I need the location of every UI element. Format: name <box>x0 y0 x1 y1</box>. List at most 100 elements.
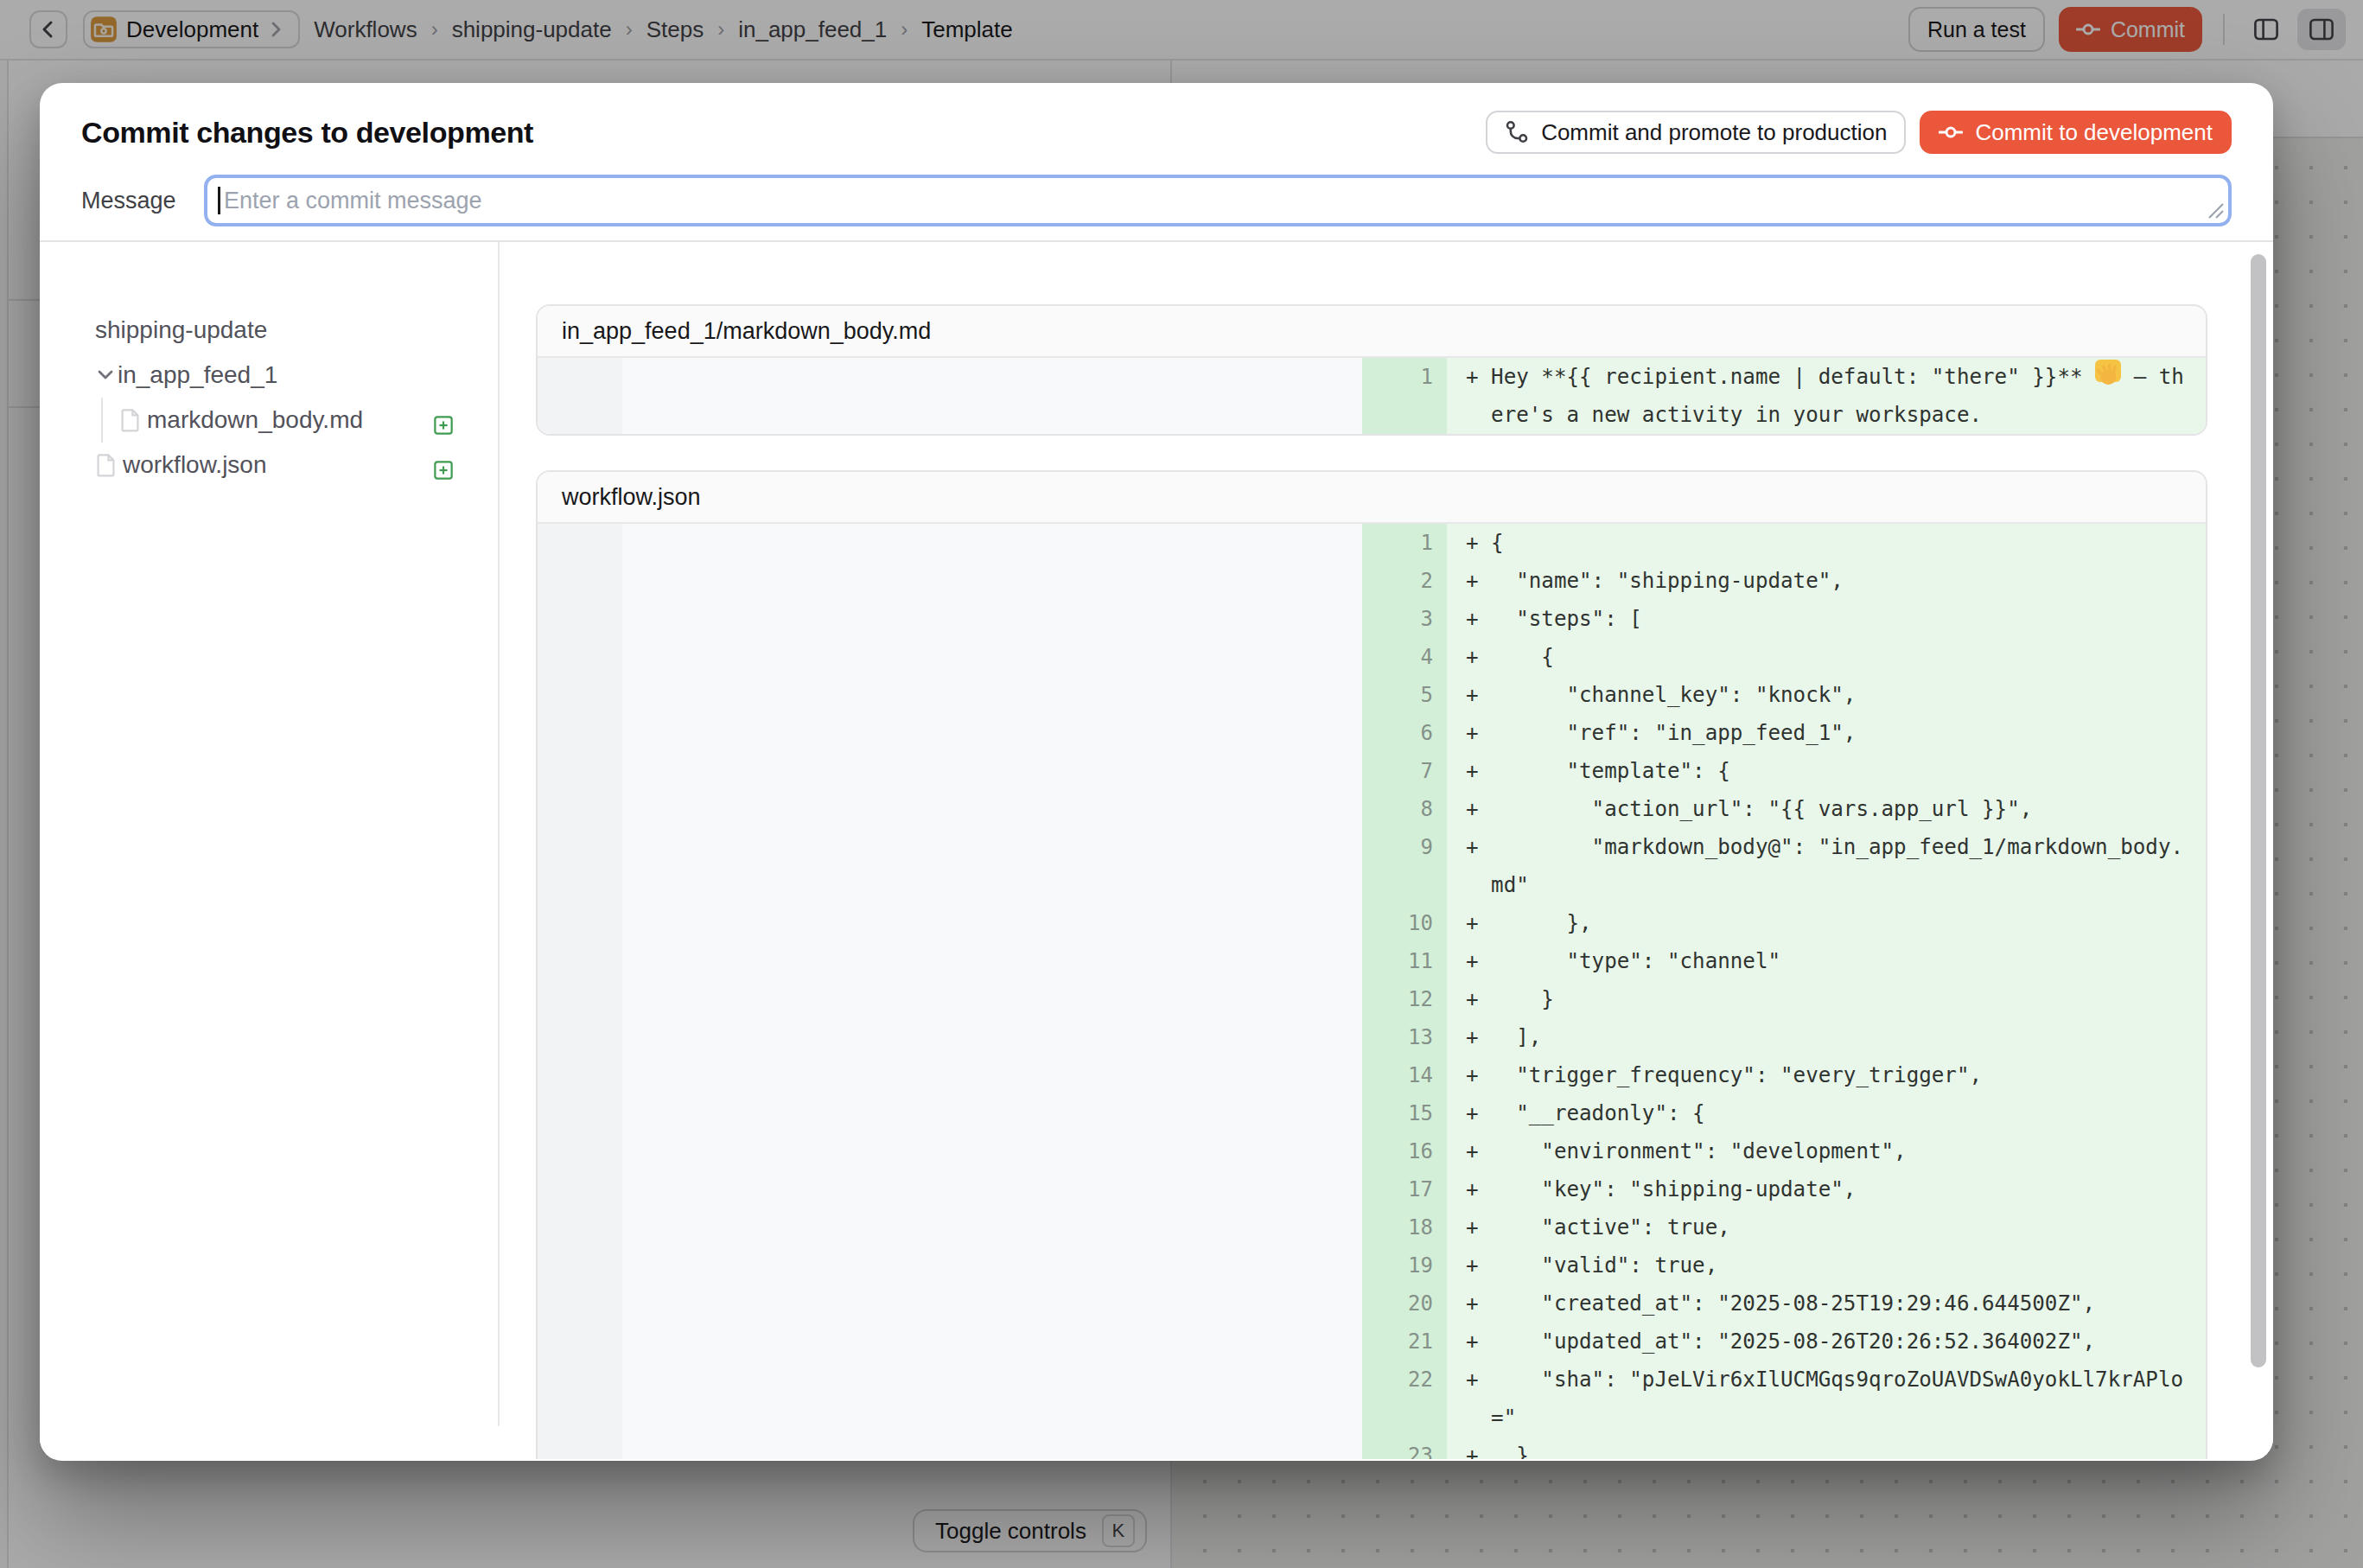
diff-panel-in-app-feed-1-markdown-body-md: in_app_feed_1/markdown_body.md1+ Hey **{… <box>536 304 2207 436</box>
commit-to-development-button[interactable]: Commit to development <box>1920 111 2232 154</box>
diff-line-number: 9 <box>1362 828 1447 904</box>
diff-line-code: + "action_url": "{{ vars.app_url }}", <box>1447 790 2206 828</box>
diff-old-content <box>622 358 1362 434</box>
tree-root-label: shipping-update <box>95 316 267 344</box>
commit-icon <box>1939 120 1963 144</box>
diff-line-code: + "trigger_frequency": "every_trigger", <box>1447 1056 2206 1094</box>
diff-line-code: + "markdown_body@": "in_app_feed_1/markd… <box>1447 828 2206 904</box>
diff-line: 23+ } <box>1362 1437 2206 1459</box>
diff-line-code: + Hey **{{ recipient.name | default: "th… <box>1447 358 2206 434</box>
diff-line: 1+ { <box>1362 524 2206 562</box>
diff-old-side <box>538 524 1362 1459</box>
added-file-icon <box>434 461 453 480</box>
resize-grip-icon[interactable] <box>2207 202 2225 220</box>
diff-file-name: in_app_feed_1/markdown_body.md <box>538 306 2206 358</box>
diff-line: 10+ }, <box>1362 904 2206 942</box>
diff-line-code: + } <box>1447 1437 2206 1459</box>
diff-line: 20+ "created_at": "2025-08-25T19:29:46.6… <box>1362 1284 2206 1323</box>
diff-line-code: + "key": "shipping-update", <box>1447 1170 2206 1208</box>
diff-line: 15+ "__readonly": { <box>1362 1094 2206 1132</box>
diff-area: in_app_feed_1/markdown_body.md1+ Hey **{… <box>500 242 2251 1459</box>
diff-old-content <box>622 524 1362 1459</box>
diff-line-code: + "channel_key": "knock", <box>1447 676 2206 714</box>
diff-line: 19+ "valid": true, <box>1362 1246 2206 1284</box>
diff-line: 13+ ], <box>1362 1018 2206 1056</box>
diff-line-number: 12 <box>1362 980 1447 1018</box>
diff-line: 14+ "trigger_frequency": "every_trigger"… <box>1362 1056 2206 1094</box>
diff-line-number: 4 <box>1362 638 1447 676</box>
diff-line-number: 17 <box>1362 1170 1447 1208</box>
diff-line: 11+ "type": "channel" <box>1362 942 2206 980</box>
diff-line: 3+ "steps": [ <box>1362 600 2206 638</box>
diff-line: 18+ "active": true, <box>1362 1208 2206 1246</box>
diff-line: 16+ "environment": "development", <box>1362 1132 2206 1170</box>
tree-item-label: markdown_body.md <box>147 406 363 434</box>
diff-old-side <box>538 358 1362 434</box>
tree-item-label: workflow.json <box>123 451 267 479</box>
scrollbar-thumb[interactable] <box>2251 254 2266 1367</box>
tree-item-markdown-body-md[interactable]: markdown_body.md <box>95 398 498 443</box>
diff-line: 6+ "ref": "in_app_feed_1", <box>1362 714 2206 752</box>
app-root: Development Workflows›shipping-update›St… <box>0 0 2363 1568</box>
added-file-icon <box>434 416 453 435</box>
diff-line-number: 6 <box>1362 714 1447 752</box>
added-indicator <box>434 455 453 487</box>
commit-message-input[interactable]: Enter a commit message <box>204 175 2232 226</box>
diff-line-number: 16 <box>1362 1132 1447 1170</box>
diff-line-code: + "environment": "development", <box>1447 1132 2206 1170</box>
diff-panel-workflow-json: workflow.json1+ {2+ "name": "shipping-up… <box>536 470 2207 1459</box>
diff-line-code: + "type": "channel" <box>1447 942 2206 980</box>
commit-and-promote-button[interactable]: Commit and promote to production <box>1486 111 1906 154</box>
diff-new-side: 1+ Hey **{{ recipient.name | default: "t… <box>1362 358 2206 434</box>
diff-line-number: 8 <box>1362 790 1447 828</box>
added-indicator <box>434 410 453 442</box>
diff-line-number: 15 <box>1362 1094 1447 1132</box>
diff-line-number: 7 <box>1362 752 1447 790</box>
diff-line-code: + { <box>1447 638 2206 676</box>
diff-line-number: 18 <box>1362 1208 1447 1246</box>
message-placeholder: Enter a commit message <box>224 188 482 214</box>
file-icon <box>95 453 118 477</box>
tree-item-label: in_app_feed_1 <box>118 361 277 389</box>
diff-line-code: + "name": "shipping-update", <box>1447 562 2206 600</box>
diff-line-number: 21 <box>1362 1323 1447 1361</box>
commit-dialog: Commit changes to development Commit and… <box>40 83 2273 1461</box>
diff-line-number: 20 <box>1362 1284 1447 1323</box>
diff-line-number: 14 <box>1362 1056 1447 1094</box>
diff-line-code: + "valid": true, <box>1447 1246 2206 1284</box>
diff-line-number: 10 <box>1362 904 1447 942</box>
diff-line-code: + "active": true, <box>1447 1208 2206 1246</box>
dialog-title: Commit changes to development <box>81 116 533 150</box>
diff-line-code: + ], <box>1447 1018 2206 1056</box>
diff-line-code: + }, <box>1447 904 2206 942</box>
diff-line-number: 1 <box>1362 524 1447 562</box>
diff-line-code: + "__readonly": { <box>1447 1094 2206 1132</box>
tree-item-in-app-feed-1[interactable]: in_app_feed_1 <box>95 353 498 398</box>
diff-new-side: 1+ {2+ "name": "shipping-update",3+ "ste… <box>1362 524 2206 1459</box>
diff-line-code: + "updated_at": "2025-08-26T20:26:52.364… <box>1447 1323 2206 1361</box>
diff-line-code: + "created_at": "2025-08-25T19:29:46.644… <box>1447 1284 2206 1323</box>
commit-dialog-body: shipping-update in_app_feed_1 markdown_bod… <box>40 242 2273 1459</box>
tree-root[interactable]: shipping-update <box>95 308 498 353</box>
diff-line-number: 2 <box>1362 562 1447 600</box>
diff-line-code: + } <box>1447 980 2206 1018</box>
diff-line: 4+ { <box>1362 638 2206 676</box>
diff-line: 17+ "key": "shipping-update", <box>1362 1170 2206 1208</box>
message-label: Message <box>81 188 204 214</box>
diff-line: 1+ Hey **{{ recipient.name | default: "t… <box>1362 358 2206 434</box>
waving-hand-emoji <box>2095 360 2121 382</box>
commit-dialog-header: Commit changes to development Commit and… <box>40 83 2273 242</box>
promote-icon <box>1505 120 1529 144</box>
diff-line-number: 19 <box>1362 1246 1447 1284</box>
diff-line: 22+ "sha": "pJeLVir6xIlUCMGqs9qroZoUAVDS… <box>1362 1361 2206 1437</box>
chevron-down-icon <box>95 365 116 386</box>
diff-old-gutter <box>538 524 622 1459</box>
tree-item-workflow-json[interactable]: workflow.json <box>95 443 498 488</box>
diff-line: 12+ } <box>1362 980 2206 1018</box>
diff-line-number: 23 <box>1362 1437 1447 1459</box>
diff-file-name: workflow.json <box>538 472 2206 524</box>
modal-scrollbar[interactable] <box>2251 254 2266 1367</box>
diff-line-number: 22 <box>1362 1361 1447 1437</box>
diff-line: 2+ "name": "shipping-update", <box>1362 562 2206 600</box>
diff-line-code: + "template": { <box>1447 752 2206 790</box>
